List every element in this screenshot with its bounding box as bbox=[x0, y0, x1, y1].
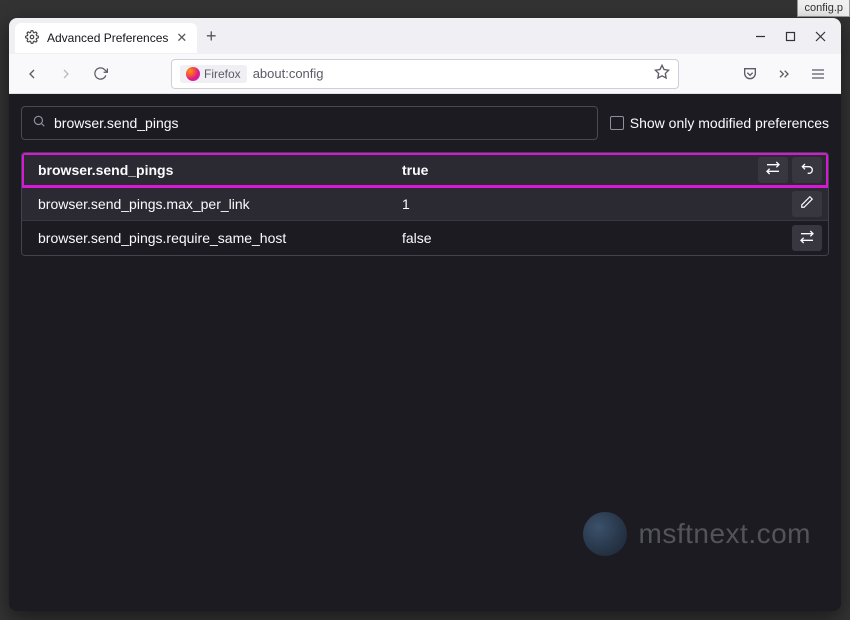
pref-search-box[interactable] bbox=[21, 106, 598, 140]
toggle-icon bbox=[799, 229, 815, 248]
new-tab-button[interactable]: + bbox=[197, 26, 225, 47]
toggle-button[interactable] bbox=[758, 157, 788, 183]
reload-button[interactable] bbox=[87, 61, 113, 87]
pref-name: browser.send_pings bbox=[22, 162, 402, 178]
back-button[interactable] bbox=[19, 61, 45, 87]
pref-name: browser.send_pings.require_same_host bbox=[22, 230, 402, 246]
navigation-toolbar: Firefox about:config bbox=[9, 54, 841, 94]
app-menu-button[interactable] bbox=[805, 61, 831, 87]
checkbox-icon bbox=[610, 116, 624, 130]
url-bar[interactable]: Firefox about:config bbox=[171, 59, 679, 89]
pref-search-input[interactable] bbox=[54, 115, 587, 131]
pref-name: browser.send_pings.max_per_link bbox=[22, 196, 402, 212]
identity-box[interactable]: Firefox bbox=[180, 65, 247, 83]
window-close-button[interactable] bbox=[805, 31, 835, 42]
url-text: about:config bbox=[253, 66, 324, 81]
reset-button[interactable] bbox=[792, 157, 822, 183]
watermark-text: msftnext.com bbox=[639, 518, 811, 550]
toggle-button[interactable] bbox=[792, 225, 822, 251]
edit-icon bbox=[800, 195, 814, 212]
globe-icon bbox=[583, 512, 627, 556]
watermark: msftnext.com bbox=[583, 512, 811, 556]
pref-actions bbox=[754, 157, 828, 183]
pref-row[interactable]: browser.send_pingstrue bbox=[22, 153, 828, 187]
forward-button[interactable] bbox=[53, 61, 79, 87]
browser-tab[interactable]: Advanced Preferences ✕ bbox=[15, 23, 197, 53]
editor-file-tab: config.p bbox=[797, 0, 850, 17]
identity-label: Firefox bbox=[204, 67, 241, 81]
close-tab-icon[interactable]: ✕ bbox=[176, 30, 187, 46]
window-maximize-button[interactable] bbox=[775, 31, 805, 42]
overflow-menu-button[interactable] bbox=[771, 61, 797, 87]
show-only-modified-toggle[interactable]: Show only modified preferences bbox=[610, 115, 829, 131]
pref-value: true bbox=[402, 162, 754, 178]
reset-icon bbox=[799, 160, 815, 179]
edit-button[interactable] bbox=[792, 191, 822, 217]
pref-row[interactable]: browser.send_pings.max_per_link1 bbox=[22, 187, 828, 221]
show-only-modified-label: Show only modified preferences bbox=[630, 115, 829, 131]
pref-actions bbox=[788, 225, 828, 251]
gear-icon bbox=[25, 30, 39, 47]
tab-title: Advanced Preferences bbox=[47, 31, 168, 45]
pref-table: browser.send_pingstruebrowser.send_pings… bbox=[21, 152, 829, 256]
browser-window: Advanced Preferences ✕ + Firefox bbox=[9, 18, 841, 611]
about-config-page: Show only modified preferences browser.s… bbox=[9, 94, 841, 611]
save-to-pocket-button[interactable] bbox=[737, 61, 763, 87]
pref-value: 1 bbox=[402, 196, 788, 212]
window-minimize-button[interactable] bbox=[745, 31, 775, 42]
pref-row[interactable]: browser.send_pings.require_same_hostfals… bbox=[22, 221, 828, 255]
search-icon bbox=[32, 114, 46, 133]
tab-strip: Advanced Preferences ✕ + bbox=[9, 18, 841, 54]
pref-value: false bbox=[402, 230, 788, 246]
toggle-icon bbox=[765, 160, 781, 179]
bookmark-star-icon[interactable] bbox=[654, 64, 670, 83]
firefox-logo-icon bbox=[186, 67, 200, 81]
pref-actions bbox=[788, 191, 828, 217]
